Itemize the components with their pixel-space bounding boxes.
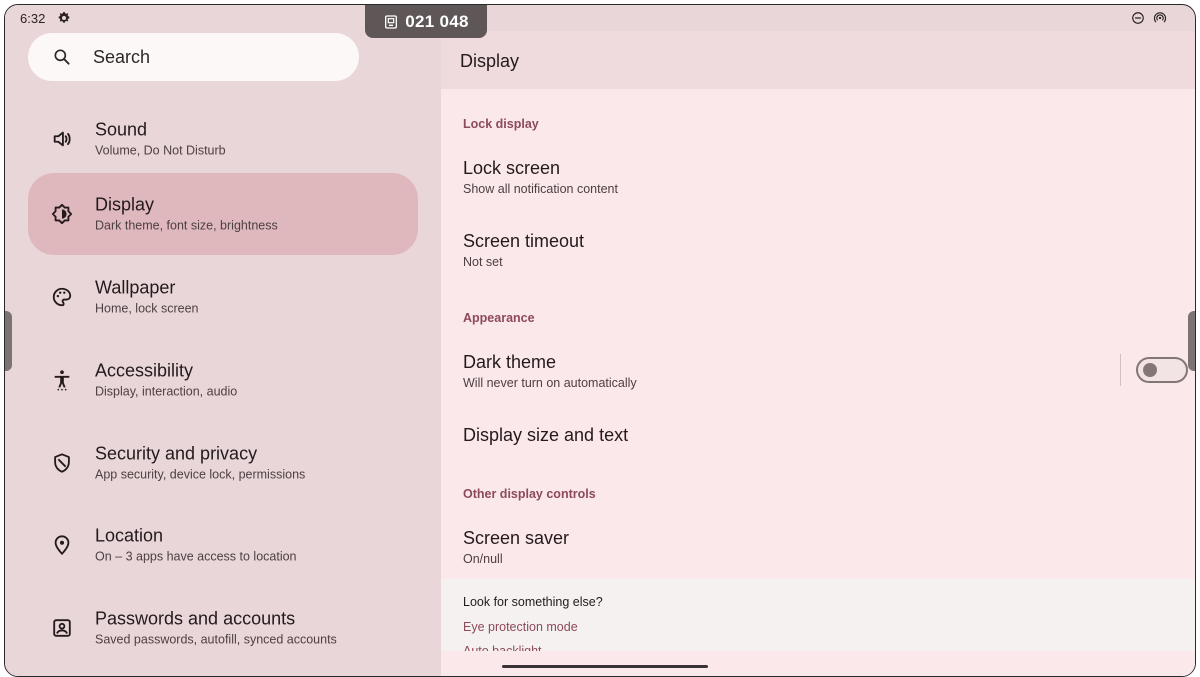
section-appearance: Appearance <box>463 311 535 325</box>
account-box-icon <box>53 619 71 637</box>
sidebar-item-subtitle: Dark theme, font size, brightness <box>95 218 278 233</box>
suggestions-box: Look for something else? Eye protection … <box>441 579 1195 676</box>
status-bar: 6:32 <box>5 5 1195 31</box>
suggestion-link-eye-protection[interactable]: Eye protection mode <box>463 620 578 634</box>
setting-dark-theme[interactable]: Dark theme Will never turn on automatica… <box>463 351 637 392</box>
location-pin-icon <box>54 535 70 556</box>
suggestions-title: Look for something else? <box>463 595 603 609</box>
sidebar-item-title: Location <box>95 525 164 546</box>
hotspot-icon <box>1153 12 1167 23</box>
setting-subtitle: On/null <box>463 552 503 566</box>
screen-share-code-pill[interactable]: 021 048 <box>365 5 487 38</box>
status-icons <box>1131 11 1167 25</box>
brightness-icon <box>51 203 73 225</box>
sidebar-item-subtitle: Saved passwords, autofill, synced accoun… <box>95 632 337 647</box>
sidebar-item-subtitle: Volume, Do Not Disturb <box>95 143 226 158</box>
sidebar-item-subtitle: On – 3 apps have access to location <box>95 549 297 564</box>
sidebar-item-wallpaper[interactable]: Wallpaper Home, lock screen <box>28 256 418 338</box>
sidebar-item-security[interactable]: Security and privacy App security, devic… <box>28 422 418 504</box>
cast-screen-icon <box>385 14 398 29</box>
page-header: Display <box>441 31 1195 89</box>
gesture-nav-handle[interactable] <box>502 665 708 668</box>
status-time: 6:32 <box>20 11 46 26</box>
search-icon <box>54 49 70 65</box>
setting-lock-screen[interactable]: Lock screen Show all notification conten… <box>463 157 618 198</box>
section-other-controls: Other display controls <box>463 487 596 501</box>
setting-subtitle: Not set <box>463 255 503 269</box>
palette-icon <box>52 287 72 307</box>
setting-title: Dark theme <box>463 352 557 372</box>
section-lock-display: Lock display <box>463 117 539 131</box>
bottom-fade <box>441 651 1195 676</box>
left-edge-handle[interactable] <box>5 311 12 371</box>
display-settings-panel: Lock display Lock screen Show all notifi… <box>441 89 1195 579</box>
right-edge-handle[interactable] <box>1188 311 1195 371</box>
setting-screen-saver[interactable]: Screen saver On/null <box>463 527 569 568</box>
setting-display-size[interactable]: Display size and text <box>463 424 628 446</box>
sidebar-item-title: Accessibility <box>95 360 194 381</box>
search-placeholder: Search <box>93 46 151 67</box>
page-title: Display <box>460 51 520 71</box>
sidebar-item-accessibility[interactable]: Accessibility Display, interaction, audi… <box>28 339 418 421</box>
do-not-disturb-icon <box>1132 12 1144 24</box>
volume-icon <box>53 131 71 147</box>
setting-subtitle: Will never turn on automatically <box>463 376 637 390</box>
sidebar-item-subtitle: Display, interaction, audio <box>95 384 238 399</box>
setting-screen-timeout[interactable]: Screen timeout Not set <box>463 230 584 271</box>
sidebar-item-sound[interactable]: Sound Volume, Do Not Disturb <box>28 98 418 180</box>
sidebar-item-subtitle: Home, lock screen <box>95 301 199 316</box>
sidebar-item-passwords[interactable]: Passwords and accounts Saved passwords, … <box>28 587 418 669</box>
sidebar-item-title: Display <box>95 194 155 215</box>
sidebar-item-title: Passwords and accounts <box>95 608 296 629</box>
search-bar[interactable]: Search <box>28 33 359 81</box>
setting-title: Screen timeout <box>463 231 585 251</box>
shield-icon <box>54 453 70 473</box>
dark-theme-toggle[interactable] <box>1136 357 1188 383</box>
setting-title: Display size and text <box>463 425 629 445</box>
sidebar-item-subtitle: App security, device lock, permissions <box>95 467 306 482</box>
sidebar-item-title: Security and privacy <box>95 443 258 464</box>
settings-sidebar: Search Sound Volume, Do Not Disturb Disp… <box>5 5 441 676</box>
screen-frame: Search Sound Volume, Do Not Disturb Disp… <box>4 4 1196 677</box>
toggle-divider <box>1120 354 1121 386</box>
gear-icon <box>58 12 70 23</box>
sidebar-item-display[interactable]: Display Dark theme, font size, brightnes… <box>28 173 418 255</box>
sidebar-item-title: Wallpaper <box>95 277 176 298</box>
setting-subtitle: Show all notification content <box>463 182 618 196</box>
sidebar-item-title: Sound <box>95 119 148 140</box>
accessibility-icon <box>54 370 70 391</box>
setting-title: Screen saver <box>463 528 570 548</box>
setting-title: Lock screen <box>463 158 561 178</box>
sidebar-item-location[interactable]: Location On – 3 apps have access to loca… <box>28 504 418 586</box>
toggle-knob <box>1143 363 1157 377</box>
share-code: 021 048 <box>405 11 469 31</box>
